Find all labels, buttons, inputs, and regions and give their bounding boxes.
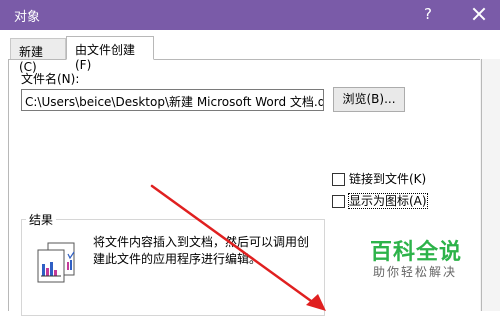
annotation-arrow <box>150 184 326 311</box>
